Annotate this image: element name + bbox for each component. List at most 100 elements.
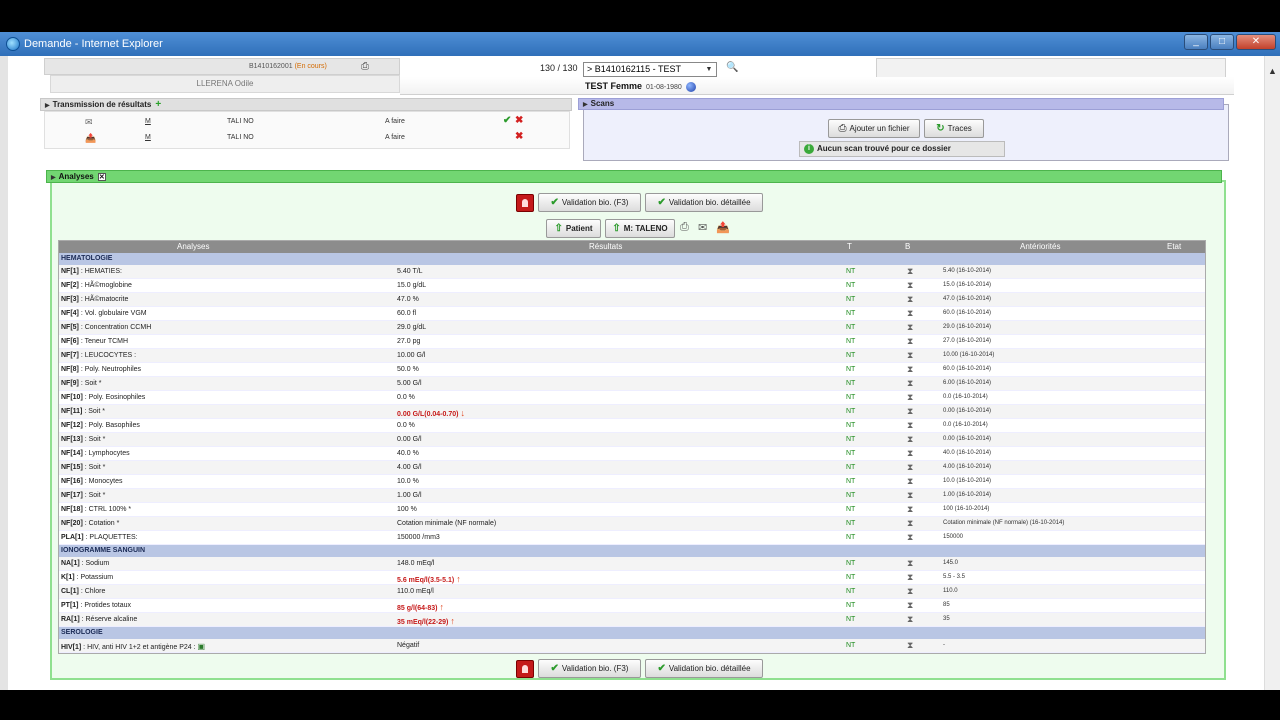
table-row[interactable]: NF[8] : Poly. Neutrophiles 50.0 % NT ⧗ 60.0 … (59, 363, 1205, 377)
delete-icon[interactable]: ✖ (515, 131, 523, 142)
hourglass-icon[interactable]: ⧗ (907, 558, 913, 569)
analysis-result[interactable]: 47.0 % (397, 296, 419, 303)
analysis-result[interactable]: 60.0 fl (397, 310, 416, 317)
minimize-button[interactable]: _ (1184, 34, 1208, 50)
hourglass-icon[interactable]: ⧗ (907, 600, 913, 611)
analysis-result[interactable]: 5.6 mEq/l(3.5-5.1) ↑ (397, 574, 461, 584)
table-row[interactable]: NF[2] : HÃ©moglobine 15.0 g/dL NT ⧗ 15.0 (16… (59, 279, 1205, 293)
hourglass-icon[interactable]: ⧗ (907, 336, 913, 347)
hourglass-icon[interactable]: ⧗ (907, 392, 913, 403)
printer-icon[interactable]: ⎙ (680, 221, 689, 234)
window-titlebar[interactable]: Demande - Internet Explorer _ □ ✕ (0, 32, 1280, 56)
analysis-result[interactable]: 110.0 mEq/l (397, 588, 434, 595)
vertical-scrollbar[interactable]: ▲ (1264, 56, 1280, 690)
hourglass-icon[interactable]: ⧗ (907, 462, 913, 473)
alarm-icon[interactable] (516, 660, 534, 678)
expand-icon[interactable]: ▶ (583, 100, 588, 110)
search-icon[interactable]: 🔍 (726, 62, 738, 73)
transmission-mode-link[interactable]: M (145, 134, 151, 141)
add-file-button[interactable]: ⎙ Ajouter un fichier (828, 119, 920, 138)
analyses-header[interactable]: ▶ Analyses ✕ (46, 170, 1222, 183)
hourglass-icon[interactable]: ⧗ (907, 420, 913, 431)
analysis-result[interactable]: 27.0 pg (397, 338, 420, 345)
validate-bio-detailed-button[interactable]: ✔ Validation bio. détaillée (645, 193, 763, 212)
analysis-result[interactable]: 10.0 % (397, 478, 419, 485)
table-row[interactable]: HIV[1] : HIV, anti HIV 1+2 et antigène P… (59, 639, 1205, 653)
transmission-header[interactable]: ▶ Transmission de résultats + (40, 98, 572, 111)
analysis-result[interactable]: 0.0 % (397, 422, 415, 429)
hourglass-icon[interactable]: ⧗ (907, 308, 913, 319)
table-row[interactable]: NF[13] : Soit * 0.00 G/l NT ⧗ 0.00 (16-10-20… (59, 433, 1205, 447)
analysis-result[interactable]: 40.0 % (397, 450, 419, 457)
scroll-up-icon[interactable]: ▲ (1268, 66, 1277, 76)
table-row[interactable]: NF[5] : Concentration CCMH 29.0 g/dL NT ⧗ 29… (59, 321, 1205, 335)
hourglass-icon[interactable]: ⧗ (907, 448, 913, 459)
analysis-result[interactable]: 35 mEq/l(22-29) ↑ (397, 616, 455, 626)
table-row[interactable]: NF[7] : LEUCOCYTES : 10.00 G/l NT ⧗ 10.00 (1… (59, 349, 1205, 363)
table-row[interactable]: NF[4] : Vol. globulaire VGM 60.0 fl NT ⧗ 60.… (59, 307, 1205, 321)
table-row[interactable]: NF[18] : CTRL 100% * 100 % NT ⧗ 100 (16-10-2… (59, 503, 1205, 517)
alarm-icon[interactable] (516, 194, 534, 212)
hourglass-icon[interactable]: ⧗ (907, 266, 913, 277)
close-window-button[interactable]: ✕ (1236, 34, 1276, 50)
analysis-result[interactable]: 85 g/l(64-83) ↑ (397, 602, 444, 612)
analysis-result[interactable]: Cotation minimale (NF normale) (397, 520, 496, 527)
analysis-result[interactable]: 150000 /mm3 (397, 534, 440, 541)
request-select[interactable]: > B1410162115 - TEST ▼ (583, 62, 717, 77)
analysis-result[interactable]: 10.00 G/l (397, 352, 425, 359)
hourglass-icon[interactable]: ⧗ (907, 476, 913, 487)
analysis-result[interactable]: 29.0 g/dL (397, 324, 426, 331)
validate-bio-button[interactable]: ✔ Validation bio. (F3) (538, 193, 641, 212)
analysis-result[interactable]: 0.00 G/L(0.04-0.70) ↓ (397, 408, 465, 418)
doctor-button[interactable]: ⇧ M: TALENO (605, 219, 675, 238)
table-row[interactable]: NF[11] : Soit * 0.00 G/L(0.04-0.70) ↓ NT ⧗ 0.… (59, 405, 1205, 419)
analysis-result[interactable]: 15.0 g/dL (397, 282, 426, 289)
hourglass-icon[interactable]: ⧗ (907, 518, 913, 529)
delete-icon[interactable]: ✖ (515, 115, 523, 126)
analysis-result[interactable]: 0.0 % (397, 394, 415, 401)
scans-header[interactable]: ▶ Scans (578, 98, 1224, 110)
table-row[interactable]: CL[1] : Chlore 110.0 mEq/l NT ⧗ 110.0 (59, 585, 1205, 599)
analysis-result[interactable]: 148.0 mEq/l (397, 560, 434, 567)
close-icon[interactable]: ✕ (97, 173, 106, 181)
add-icon[interactable]: + (155, 99, 161, 110)
hourglass-icon[interactable]: ⧗ (907, 572, 913, 583)
table-row[interactable]: NF[14] : Lymphocytes 40.0 % NT ⧗ 40.0 (16-10… (59, 447, 1205, 461)
analysis-result[interactable]: Négatif (397, 642, 419, 649)
table-row[interactable]: NF[17] : Soit * 1.00 G/l NT ⧗ 1.00 (16-10-20… (59, 489, 1205, 503)
analysis-result[interactable]: 5.00 G/l (397, 380, 422, 387)
hourglass-icon[interactable]: ⧗ (907, 294, 913, 305)
analysis-result[interactable]: 5.40 T/L (397, 268, 423, 275)
hourglass-icon[interactable]: ⧗ (907, 434, 913, 445)
analysis-result[interactable]: 0.00 G/l (397, 436, 422, 443)
table-row[interactable]: NF[16] : Monocytes 10.0 % NT ⧗ 10.0 (16-10-2… (59, 475, 1205, 489)
hourglass-icon[interactable]: ⧗ (907, 586, 913, 597)
hourglass-icon[interactable]: ⧗ (907, 532, 913, 543)
transmission-mode-link[interactable]: M (145, 118, 151, 125)
patient-button[interactable]: ⇧ Patient (546, 219, 601, 238)
printer-icon[interactable]: ⎙ (361, 61, 369, 72)
hourglass-icon[interactable]: ⧗ (907, 280, 913, 291)
validate-bio-button-bottom[interactable]: ✔ Validation bio. (F3) (538, 659, 641, 678)
chevron-down-icon[interactable]: ▼ (703, 64, 715, 75)
globe-icon[interactable] (686, 81, 697, 92)
analysis-result[interactable]: 1.00 G/l (397, 492, 422, 499)
table-row[interactable]: NF[10] : Poly. Eosinophiles 0.0 % NT ⧗ 0.0 (… (59, 391, 1205, 405)
table-row[interactable]: NF[9] : Soit * 5.00 G/l NT ⧗ 6.00 (16-10-201… (59, 377, 1205, 391)
hourglass-icon[interactable]: ⧗ (907, 406, 913, 417)
table-row[interactable]: NF[1] : HEMATIES: 5.40 T/L NT ⧗ 5.40 (16-10-… (59, 265, 1205, 279)
hourglass-icon[interactable]: ⧗ (907, 504, 913, 515)
check-icon[interactable]: ✔ (503, 115, 511, 126)
table-row[interactable]: NF[3] : HÃ©matocrite 47.0 % NT ⧗ 47.0 (16-10… (59, 293, 1205, 307)
hourglass-icon[interactable]: ⧗ (907, 322, 913, 333)
export-icon[interactable]: 📤 (716, 221, 730, 234)
table-row[interactable]: K[1] : Potassium 5.6 mEq/l(3.5-5.1) ↑ NT ⧗ 5.… (59, 571, 1205, 585)
traces-button[interactable]: ↻ Traces (924, 119, 984, 138)
table-row[interactable]: RA[1] : Réserve alcaline 35 mEq/l(22-29) ↑… (59, 613, 1205, 627)
table-row[interactable]: NF[6] : Teneur TCMH 27.0 pg NT ⧗ 27.0 (16-10… (59, 335, 1205, 349)
table-row[interactable]: NF[15] : Soit * 4.00 G/l NT ⧗ 4.00 (16-10-20… (59, 461, 1205, 475)
envelope-icon[interactable]: ✉ (698, 221, 707, 234)
analysis-result[interactable]: 100 % (397, 506, 417, 513)
table-row[interactable]: NA[1] : Sodium 148.0 mEq/l NT ⧗ 145.0 (59, 557, 1205, 571)
table-row[interactable]: NF[20] : Cotation * Cotation minimale (NF… (59, 517, 1205, 531)
